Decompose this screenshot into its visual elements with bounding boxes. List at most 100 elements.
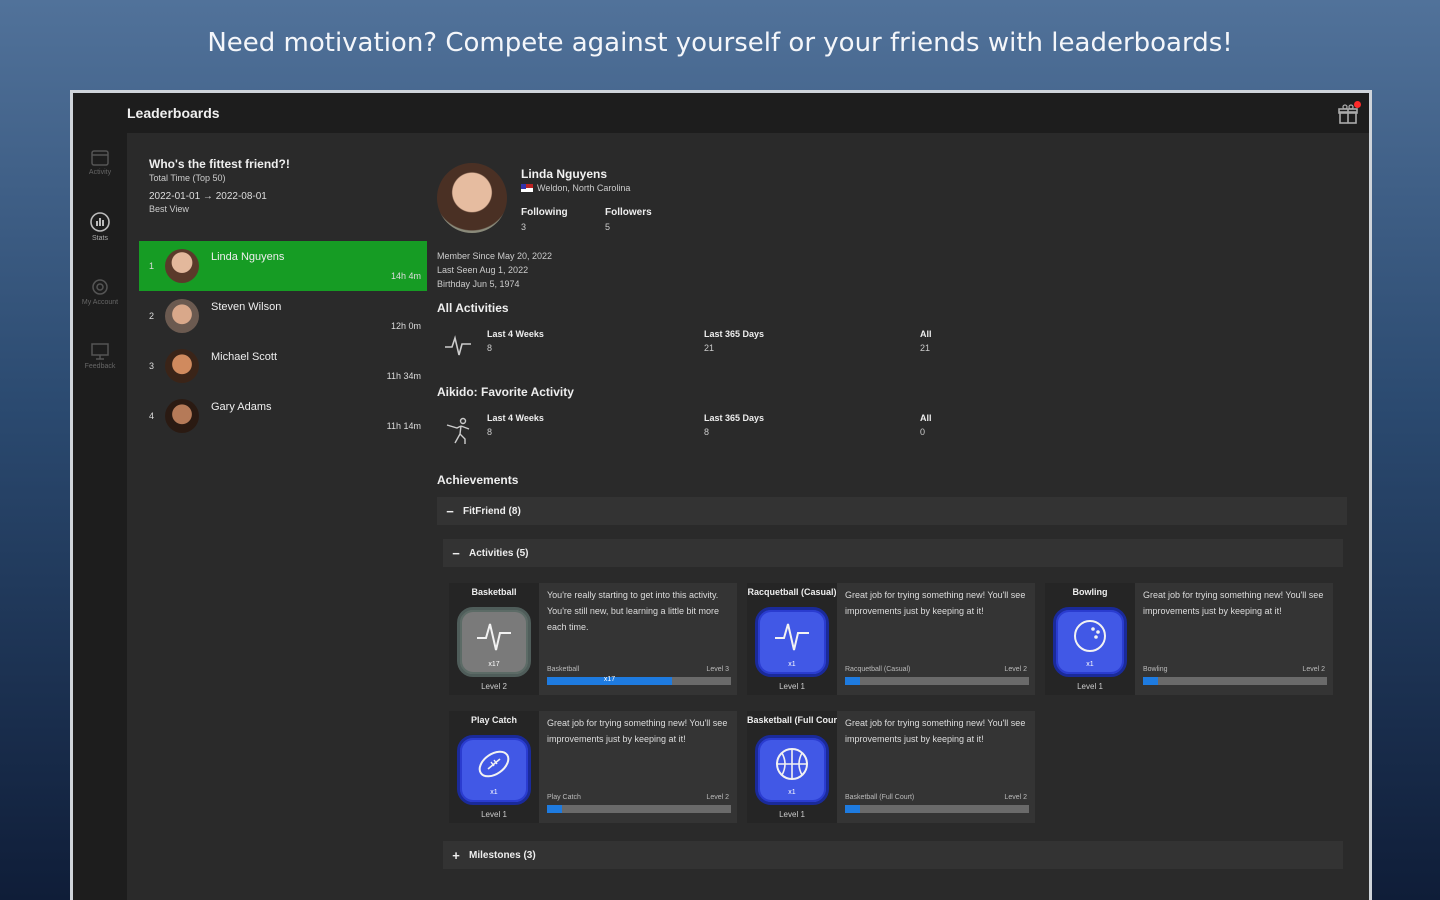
fitfriend-group-header[interactable]: − FitFriend (8) <box>437 497 1347 525</box>
member-since: Member Since May 20, 2022 <box>437 251 553 261</box>
progress-fill-label: x17 <box>603 676 616 683</box>
avatar <box>165 399 199 433</box>
entry-time: 11h 34m <box>386 371 421 381</box>
collapse-icon: − <box>446 503 454 519</box>
rank: 1 <box>149 261 155 271</box>
calendar-icon <box>91 150 109 166</box>
football-icon <box>478 750 510 778</box>
gift-icon[interactable] <box>1337 101 1361 125</box>
achievement-level: Level 2 <box>481 682 507 691</box>
stat-last-365-days: Last 365 Days 8 <box>704 413 764 437</box>
achievement-badge-panel: Basketball x17 Level 2 <box>449 583 539 695</box>
achievement-card[interactable]: Racquetball (Casual) x1 Level 1 Great jo… <box>747 583 1035 695</box>
leaderboard-row[interactable]: 4 Gary Adams 11h 14m <box>139 391 427 441</box>
leaderboard-row[interactable]: 1 Linda Nguyens 14h 4m <box>139 241 427 291</box>
achievement-badge-panel: Basketball (Full Court) x1 Level 1 <box>747 711 837 823</box>
nav-rail: Activity Stats My Account Feedback <box>73 133 127 900</box>
leaderboard-panel: Who's the fittest friend?! Total Time (T… <box>139 133 429 900</box>
stat-label: Last 4 Weeks <box>487 329 544 339</box>
followers-count: 5 <box>605 222 611 232</box>
progress-fill <box>1143 677 1158 685</box>
last-seen: Last Seen Aug 1, 2022 <box>437 265 529 275</box>
achievement-badge-panel: Play Catch x1 Level 1 <box>449 711 539 823</box>
progress-fill <box>845 805 860 813</box>
all-activities-title: All Activities <box>437 301 509 315</box>
title-bar: Leaderboards <box>73 93 1369 133</box>
progress-bar <box>845 677 1029 685</box>
achievement-name: Play Catch <box>470 715 518 725</box>
progress-bar <box>845 805 1029 813</box>
achievement-level: Level 1 <box>779 810 805 819</box>
activities-group-header[interactable]: − Activities (5) <box>443 539 1343 567</box>
nav-stats[interactable]: Stats <box>73 211 127 242</box>
us-flag-icon <box>521 184 533 192</box>
achievement-count: x1 <box>1086 661 1094 668</box>
stat-value: 21 <box>920 343 931 353</box>
nav-account[interactable]: My Account <box>73 277 127 306</box>
achievement-card[interactable]: Basketball x17 Level 2 You're really sta… <box>449 583 737 695</box>
progress-next-level: Level 3 <box>706 666 729 673</box>
stat-label: Last 365 Days <box>704 413 765 423</box>
pulse-icon <box>477 623 511 651</box>
leaderboard-header: Who's the fittest friend?! Total Time (T… <box>139 133 429 214</box>
achievement-description: Great job for trying something new! You'… <box>1143 590 1324 616</box>
achievement-badge: x1 <box>457 735 531 805</box>
leaderboard-icon <box>90 212 110 232</box>
stat-label: All <box>920 413 932 423</box>
leaderboard-row[interactable]: 3 Michael Scott 11h 34m <box>139 341 427 391</box>
milestones-group-header[interactable]: + Milestones (3) <box>443 841 1343 869</box>
achievement-badge: x1 <box>755 735 829 805</box>
gear-icon <box>92 279 108 295</box>
rank: 4 <box>149 411 155 421</box>
achievement-level: Level 1 <box>481 810 507 819</box>
leaderboard-subtitle: Total Time (Top 50) <box>149 173 226 183</box>
profile-name: Linda Nguyens <box>521 167 608 181</box>
stat-value: 8 <box>704 427 710 437</box>
entry-name: Steven Wilson <box>211 301 282 313</box>
stat-all: All 21 <box>920 329 932 353</box>
progress-next-level: Level 2 <box>706 794 729 801</box>
entry-name: Gary Adams <box>211 401 272 413</box>
nav-activity[interactable]: Activity <box>73 147 127 176</box>
followers-block[interactable]: Followers 5 <box>605 207 652 232</box>
leaderboard-row[interactable]: 2 Steven Wilson 12h 0m <box>139 291 427 341</box>
avatar <box>165 299 199 333</box>
stat-last-4-weeks: Last 4 Weeks 8 <box>487 329 544 353</box>
rank: 3 <box>149 361 155 371</box>
achievement-card[interactable]: Basketball (Full Court) x1 Level 1 Great… <box>747 711 1035 823</box>
achievement-card[interactable]: Bowling x1 Level 1 Great job for trying … <box>1045 583 1333 695</box>
promo-caption: Need motivation? Compete against yoursel… <box>207 28 1233 58</box>
achievement-description: Great job for trying something new! You'… <box>547 718 728 744</box>
progress-activity-label: Racquetball (Casual) <box>845 666 911 673</box>
nav-feedback-label: Feedback <box>84 363 116 370</box>
achievement-card[interactable]: Play Catch x1 Level 1 Great job for tryi… <box>449 711 737 823</box>
fitfriend-group-label: FitFriend (8) <box>463 505 521 517</box>
achievement-description: Great job for trying something new! You'… <box>845 718 1026 744</box>
profile-location: Weldon, North Carolina <box>537 183 631 193</box>
pulse-icon <box>775 623 809 651</box>
progress-activity-label: Basketball (Full Court) <box>845 794 915 801</box>
app-title: Leaderboards <box>127 105 220 121</box>
achievement-badge-panel: Racquetball (Casual) x1 Level 1 <box>747 583 837 695</box>
stat-value: 0 <box>920 427 926 437</box>
leaderboard-title: Who's the fittest friend?! <box>149 157 290 171</box>
favorite-activity-title: Aikido: Favorite Activity <box>437 385 574 399</box>
feedback-icon <box>91 343 109 360</box>
following-block[interactable]: Following 3 <box>521 207 568 232</box>
following-count: 3 <box>521 222 527 232</box>
milestones-group-label: Milestones (3) <box>469 849 536 861</box>
following-label: Following <box>521 207 568 218</box>
nav-activity-label: Activity <box>88 169 112 176</box>
achievement-description: Great job for trying something new! You'… <box>845 590 1026 616</box>
progress-activity-label: Play Catch <box>547 794 581 801</box>
achievement-count: x17 <box>488 661 500 668</box>
progress-fill <box>547 805 562 813</box>
martial-arts-icon <box>446 417 470 444</box>
achievement-count: x1 <box>490 789 498 796</box>
followers-label: Followers <box>605 207 652 218</box>
achievement-badge: x17 <box>457 607 531 677</box>
nav-feedback[interactable]: Feedback <box>73 341 127 370</box>
stat-value: 8 <box>487 343 493 353</box>
profile-location-line: Weldon, North Carolina <box>521 183 630 193</box>
progress-bar: x17 <box>547 676 731 685</box>
